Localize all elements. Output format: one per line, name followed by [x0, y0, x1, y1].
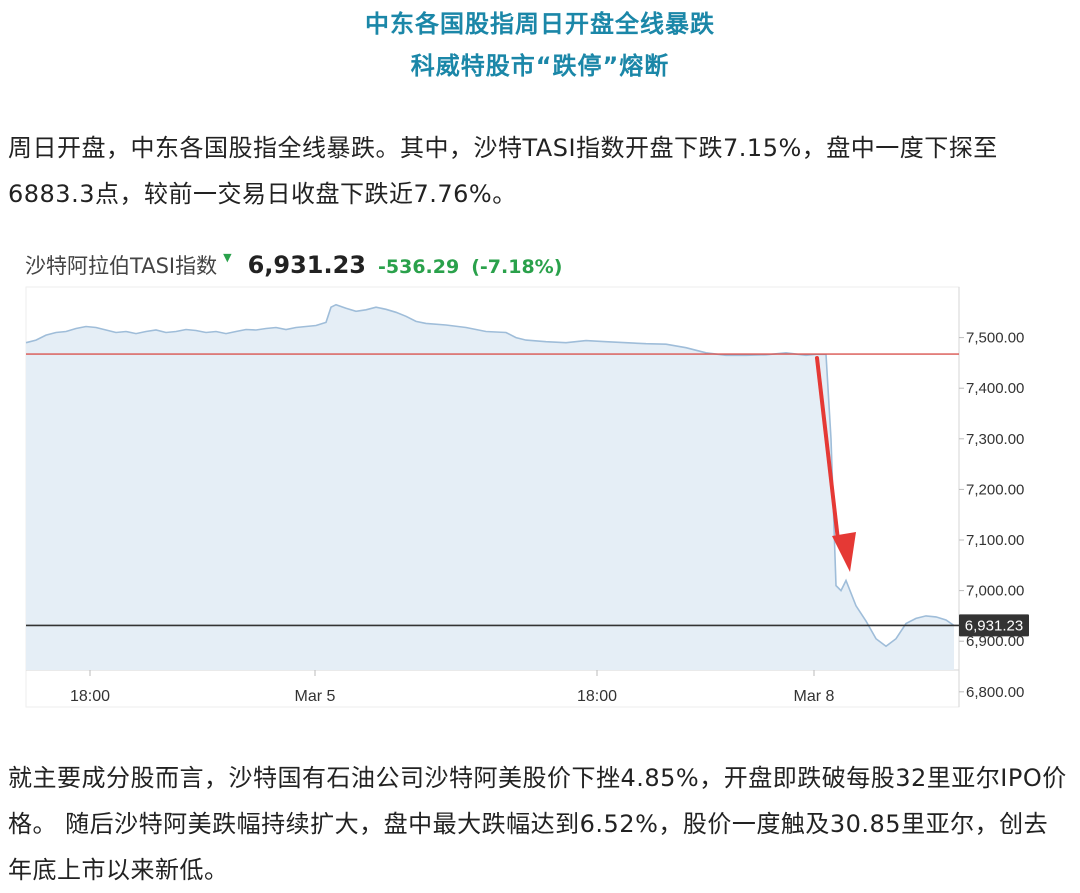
chart-current-value: 6,931.23 — [247, 251, 366, 279]
article-paragraph-detail: 就主要成分股而言，沙特国有石油公司沙特阿美股价下挫4.85%，开盘即跌破每股32… — [8, 764, 1067, 884]
article-headline-primary: 中东各国股指周日开盘全线暴跌 — [365, 10, 715, 38]
article-headline-secondary: 科威特股市“跌停”熔断 — [410, 52, 670, 80]
x-tick-label: 18:00 — [577, 688, 617, 705]
tasi-index-chart: 沙特阿拉伯TASI指数 ▼ 6,931.23 -536.29 (-7.18%) … — [20, 240, 1060, 710]
x-tick-label: Mar 5 — [295, 688, 336, 705]
chart-change-value: -536.29 — [378, 256, 460, 278]
y-tick-label: 7,200.00 — [966, 481, 1024, 498]
price-area-fill — [26, 304, 954, 670]
chart-header: 沙特阿拉伯TASI指数 ▼ 6,931.23 -536.29 (-7.18%) — [25, 250, 562, 286]
x-axis-ticks: 18:00 Mar 5 18:00 Mar 8 — [70, 670, 835, 705]
x-tick-label: Mar 8 — [794, 688, 835, 705]
y-tick-label: 6,800.00 — [966, 684, 1024, 701]
y-tick-label: 7,300.00 — [966, 431, 1024, 448]
chart-plot: 7,500.00 7,400.00 7,300.00 7,200.00 7,100.00… — [25, 286, 1029, 708]
caret-down-icon[interactable]: ▼ — [223, 251, 231, 264]
current-price-tag: 6,931.23 — [959, 614, 1029, 637]
price-area-layer — [25, 303, 955, 670]
y-axis-ticks: 7,500.00 7,400.00 7,300.00 7,200.00 7,100.00… — [959, 330, 1024, 701]
y-tick-label: 7,400.00 — [966, 380, 1024, 397]
x-tick-label: 18:00 — [70, 688, 110, 705]
y-tick-label: 7,000.00 — [966, 583, 1024, 600]
chart-change-percent: (-7.18%) — [471, 256, 563, 278]
y-tick-label: 7,100.00 — [966, 532, 1024, 549]
current-price-tag-label: 6,931.23 — [965, 617, 1023, 634]
article-paragraph-intro: 周日开盘，中东各国股指全线暴跌。其中，沙特TASI指数开盘下跌7.15%，盘中一… — [8, 134, 998, 208]
y-tick-label: 7,500.00 — [966, 330, 1024, 347]
chart-index-name: 沙特阿拉伯TASI指数 — [25, 254, 218, 278]
